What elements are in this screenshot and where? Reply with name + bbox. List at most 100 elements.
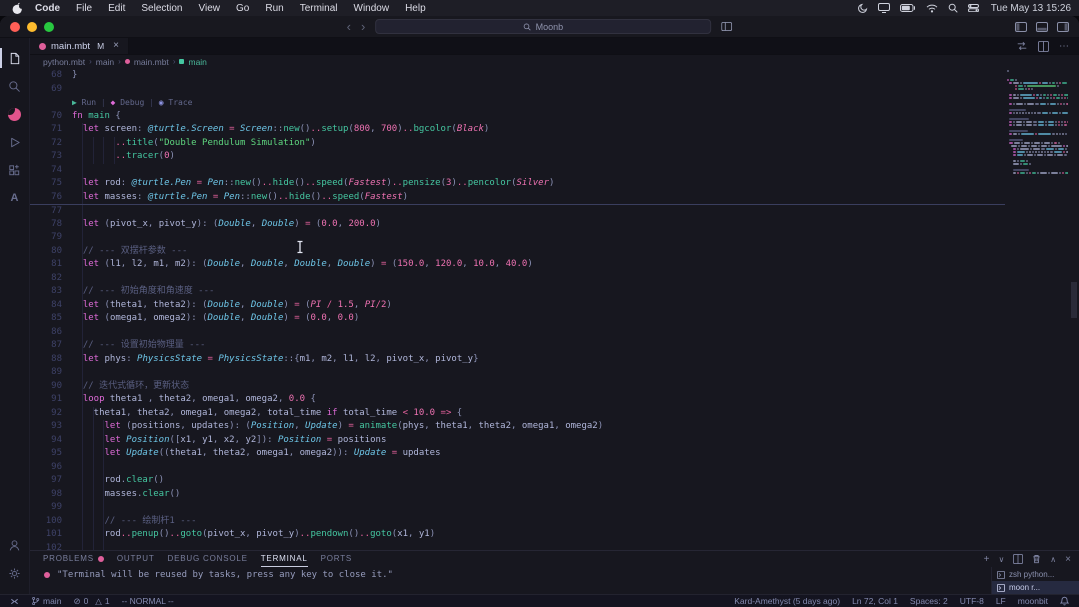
minimap-line xyxy=(1007,100,1068,102)
minimap-line xyxy=(1007,109,1068,111)
cursor-position-status[interactable]: Ln 72, Col 1 xyxy=(852,596,898,606)
focus-mode-icon[interactable] xyxy=(858,3,868,13)
minimize-window-button[interactable] xyxy=(27,22,37,32)
menubar-clock[interactable]: Tue May 13 15:26 xyxy=(989,3,1071,14)
indentation-status[interactable]: Spaces: 2 xyxy=(910,596,948,606)
tab-main-mbt[interactable]: main.mbt M × xyxy=(30,38,129,54)
breadcrumb-package[interactable]: main xyxy=(96,57,114,67)
code-row: 86 xyxy=(30,326,1005,340)
toggle-secondary-sidebar-icon[interactable] xyxy=(1057,22,1069,32)
problems-badge xyxy=(98,556,104,562)
settings-button[interactable] xyxy=(0,560,30,586)
more-actions-icon[interactable]: ⋯ xyxy=(1059,41,1069,52)
problems-status[interactable]: ⊘0 △1 xyxy=(73,596,109,607)
menu-go[interactable]: Go xyxy=(228,3,257,14)
codelens-debug[interactable]: Debug xyxy=(115,98,144,107)
terminal-list: zsh python...moon r... xyxy=(991,567,1079,594)
line-number: 98 xyxy=(30,488,72,502)
close-window-button[interactable] xyxy=(10,22,20,32)
line-number: 88 xyxy=(30,353,72,367)
toggle-panel-icon[interactable] xyxy=(1036,22,1048,32)
split-editor-icon[interactable] xyxy=(1038,41,1049,52)
control-center-icon[interactable] xyxy=(968,4,979,12)
spotlight-icon[interactable] xyxy=(948,3,958,13)
minimap[interactable] xyxy=(1005,68,1069,550)
zoom-window-button[interactable] xyxy=(44,22,54,32)
git-blame-status[interactable]: Kard-Amethyst (5 days ago) xyxy=(734,596,840,606)
layout-grid-icon[interactable] xyxy=(721,22,732,31)
apple-icon[interactable] xyxy=(8,2,27,15)
remote-indicator[interactable] xyxy=(10,597,19,606)
menu-view[interactable]: View xyxy=(191,3,229,14)
command-decoration-icon[interactable] xyxy=(44,572,50,578)
breadcrumb: python.mbt › main › main.mbt › main xyxy=(30,55,1079,68)
nav-back-icon[interactable]: ‹ xyxy=(347,20,351,33)
tab-bar: main.mbt M × ⋯ xyxy=(30,38,1079,55)
split-terminal-icon[interactable] xyxy=(1013,554,1023,564)
line-number: 86 xyxy=(30,326,72,340)
maximize-panel-icon[interactable]: ∧ xyxy=(1050,555,1056,564)
panel-tabs: PROBLEMS OUTPUT DEBUG CONSOLE TERMINAL PORTS xyxy=(43,551,365,567)
panel-tab-output[interactable]: OUTPUT xyxy=(117,551,155,567)
editor: 68}69▶ Run | ◆ Debug | ◉ Trace70fn main … xyxy=(30,68,1079,550)
nav-forward-icon[interactable]: › xyxy=(361,20,365,33)
scrollbar-thumb[interactable] xyxy=(1071,282,1077,318)
sidebar-item-explorer[interactable] xyxy=(0,45,30,71)
breadcrumb-file[interactable]: main.mbt xyxy=(134,57,169,67)
line-number: 70 xyxy=(30,110,72,124)
toggle-sidebar-icon[interactable] xyxy=(1015,22,1027,32)
menu-terminal[interactable]: Terminal xyxy=(292,3,346,14)
editor-scrollbar[interactable] xyxy=(1069,68,1079,550)
command-center-search[interactable]: Moonb xyxy=(375,19,711,34)
panel-tab-problems[interactable]: PROBLEMS xyxy=(43,551,104,567)
menu-selection[interactable]: Selection xyxy=(133,3,190,14)
code-row: 85let (omega1, omega2): (Double, Double)… xyxy=(30,312,1005,326)
panel-tab-ports[interactable]: PORTS xyxy=(321,551,352,567)
sidebar-item-search[interactable] xyxy=(0,73,30,99)
sidebar-item-extensions[interactable] xyxy=(0,157,30,183)
sidebar-item-testing[interactable]: A xyxy=(0,185,30,211)
menu-window[interactable]: Window xyxy=(346,3,398,14)
code-row: 94let Position([x1, y1, x2, y2]): Positi… xyxy=(30,434,1005,448)
terminal-dropdown-icon[interactable]: ∨ xyxy=(998,555,1004,564)
codelens-trace[interactable]: Trace xyxy=(164,98,193,107)
codelens-run[interactable]: Run xyxy=(77,98,96,107)
menu-code[interactable]: Code xyxy=(27,3,68,14)
code-row: 89 xyxy=(30,366,1005,380)
code-row: 77 xyxy=(30,204,1005,218)
notifications-button[interactable] xyxy=(1060,596,1069,606)
accounts-button[interactable] xyxy=(0,532,30,558)
display-icon[interactable] xyxy=(878,3,890,13)
menu-run[interactable]: Run xyxy=(257,3,291,14)
line-number: 87 xyxy=(30,339,72,353)
encoding-status[interactable]: UTF-8 xyxy=(960,596,984,606)
kill-terminal-icon[interactable] xyxy=(1032,554,1041,564)
breadcrumb-folder[interactable]: python.mbt xyxy=(43,57,85,67)
breadcrumb-symbol[interactable]: main xyxy=(188,57,206,67)
compare-icon[interactable] xyxy=(1016,40,1028,52)
terminal-list-item[interactable]: zsh python... xyxy=(992,568,1079,581)
wifi-icon[interactable] xyxy=(926,4,938,13)
battery-icon[interactable] xyxy=(900,4,916,12)
sidebar-item-run-debug[interactable] xyxy=(0,129,30,155)
menu-edit[interactable]: Edit xyxy=(100,3,133,14)
new-terminal-icon[interactable]: + xyxy=(984,554,990,565)
code-row: 83// --- 初始角度和角速度 --- xyxy=(30,285,1005,299)
menu-help[interactable]: Help xyxy=(397,3,434,14)
panel-tab-terminal[interactable]: TERMINAL xyxy=(261,551,308,567)
code-lines[interactable]: 68}69▶ Run | ◆ Debug | ◉ Trace70fn main … xyxy=(30,68,1005,550)
line-number: 76 xyxy=(30,191,72,205)
git-branch-status[interactable]: main xyxy=(31,596,61,606)
tab-label: main.mbt xyxy=(51,41,90,52)
panel-tab-debug-console[interactable]: DEBUG CONSOLE xyxy=(168,551,248,567)
code-row: 84let (theta1, theta2): (Double, Double)… xyxy=(30,299,1005,313)
language-mode-status[interactable]: moonbit xyxy=(1018,596,1048,606)
menu-file[interactable]: File xyxy=(68,3,100,14)
close-panel-icon[interactable]: × xyxy=(1065,554,1071,565)
eol-status[interactable]: LF xyxy=(996,596,1006,606)
sidebar-item-moonbit[interactable] xyxy=(0,101,30,127)
terminal-list-item[interactable]: moon r... xyxy=(992,581,1079,594)
close-tab-icon[interactable]: × xyxy=(113,41,119,51)
line-number: 91 xyxy=(30,393,72,407)
line-number: 71 xyxy=(30,123,72,137)
